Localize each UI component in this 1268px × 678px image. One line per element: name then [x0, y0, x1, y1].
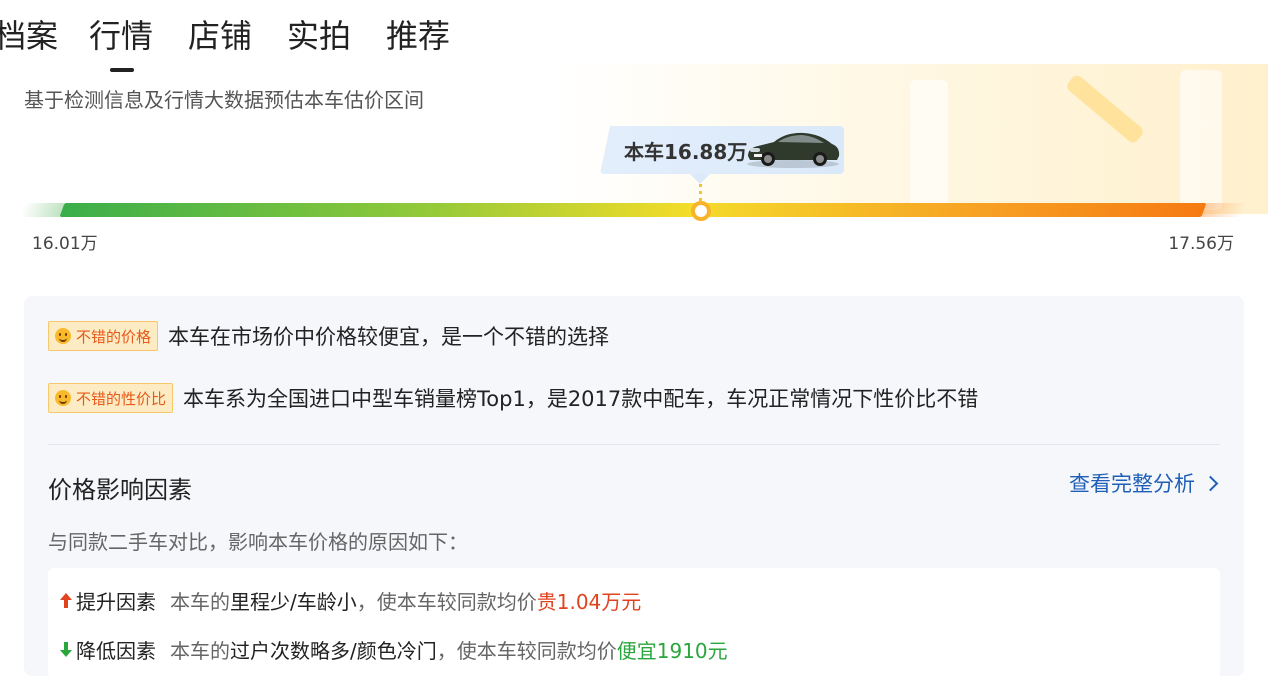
view-full-analysis-label: 查看完整分析 — [1069, 472, 1195, 496]
factor-value: 贵1.04万元 — [536, 589, 642, 614]
decorative-bar — [1180, 70, 1222, 210]
evaluation-badge: 不错的价格 — [48, 321, 159, 351]
factor-item-down: 降低因素 本车的 过户次数略多/颜色冷门 ，使本车较同款均价 便宜1910元 — [60, 634, 728, 664]
decorative-bar — [910, 80, 948, 210]
range-bar-fade-right — [1201, 203, 1247, 217]
marker-pointer — [690, 174, 710, 184]
factor-highlight: 里程少/车龄小 — [230, 589, 357, 614]
tab-market[interactable]: 行情 — [89, 14, 153, 58]
factor-prefix: 本车的 — [170, 638, 230, 663]
chevron-right-icon — [1202, 475, 1219, 491]
current-price-label: 本车16.88万 — [624, 140, 748, 164]
car-image — [747, 132, 840, 168]
factor-middle: ，使本车较同款均价 — [356, 589, 537, 614]
factor-highlight: 过户次数略多/颜色冷门 — [230, 638, 437, 663]
evaluation-badge-label: 不错的性价比 — [76, 389, 167, 408]
arrow-down-icon — [60, 641, 72, 657]
smile-icon — [55, 390, 71, 406]
active-tab-indicator — [110, 68, 134, 72]
range-max-price: 17.56万 — [1168, 234, 1234, 254]
current-price-knob — [691, 201, 711, 221]
valuation-subtitle: 基于检测信息及行情大数据预估本车估价区间 — [24, 88, 424, 112]
price-factors-description: 与同款二手车对比，影响本车价格的原因如下： — [48, 530, 468, 554]
tab-archive[interactable]: 档案 — [0, 14, 58, 58]
factor-middle: ，使本车较同款均价 — [436, 638, 617, 663]
evaluation-text: 本车在市场价中价格较便宜，是一个不错的选择 — [168, 325, 610, 349]
evaluation-row: 不错的价格 本车在市场价中价格较便宜，是一个不错的选择 — [48, 321, 609, 351]
smile-icon — [55, 328, 71, 344]
evaluation-text: 本车系为全国进口中型车销量榜Top1，是2017款中配车，车况正常情况下性价比不… — [183, 387, 979, 411]
view-full-analysis-link[interactable]: 查看完整分析 — [1069, 468, 1219, 498]
price-factors-title: 价格影响因素 — [48, 476, 192, 504]
evaluation-row: 不错的性价比 本车系为全国进口中型车销量榜Top1，是2017款中配车，车况正常… — [48, 383, 978, 413]
factor-prefix: 本车的 — [170, 589, 230, 614]
factor-label: 提升因素 — [76, 589, 156, 614]
tab-store[interactable]: 店铺 — [188, 14, 252, 58]
factor-item-up: 提升因素 本车的 里程少/车龄小 ，使本车较同款均价 贵1.04万元 — [60, 585, 641, 615]
factor-value: 便宜1910元 — [616, 638, 728, 663]
price-range-bar — [59, 203, 1207, 217]
tab-recommend[interactable]: 推荐 — [386, 14, 450, 58]
arrow-up-icon — [60, 592, 72, 608]
evaluation-badge-label: 不错的价格 — [76, 327, 152, 346]
range-min-price: 16.01万 — [32, 234, 98, 254]
divider — [48, 444, 1220, 445]
evaluation-badge: 不错的性价比 — [48, 383, 174, 413]
tab-photos[interactable]: 实拍 — [287, 14, 351, 58]
range-bar-fade-left — [19, 203, 65, 217]
factor-label: 降低因素 — [76, 638, 156, 663]
